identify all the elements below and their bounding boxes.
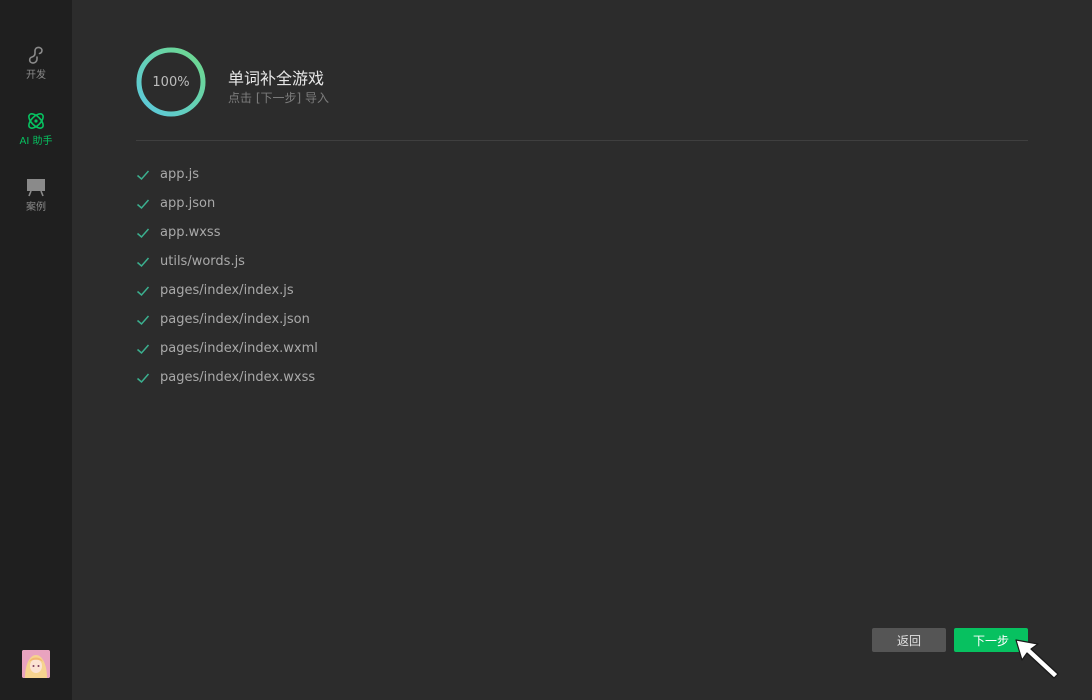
check-icon: [137, 344, 150, 354]
mouse-cursor-icon: [1015, 639, 1059, 679]
file-name: pages/index/index.wxss: [160, 370, 316, 385]
main-panel: 100% 单词补全游戏 点击 [下一步] 导入 app.js app.json …: [72, 0, 1092, 700]
file-name: app.wxss: [160, 225, 221, 240]
sidebar: 开发 AI 助手 案例: [0, 0, 72, 700]
file-name: utils/words.js: [160, 254, 245, 269]
mini-program-icon: [28, 46, 43, 64]
file-name: app.js: [160, 167, 199, 182]
list-item: pages/index/index.wxml: [136, 334, 318, 363]
check-icon: [137, 170, 150, 180]
check-icon: [137, 373, 150, 383]
list-item: app.json: [136, 189, 318, 218]
check-icon: [137, 228, 150, 238]
divider: [136, 140, 1028, 141]
file-name: pages/index/index.wxml: [160, 341, 318, 356]
sidebar-item-label: AI 助手: [19, 136, 53, 147]
sidebar-item-label: 案例: [26, 202, 46, 213]
check-icon: [137, 315, 150, 325]
list-item: pages/index/index.wxss: [136, 363, 318, 392]
sidebar-item-ai-assistant[interactable]: AI 助手: [0, 110, 72, 162]
back-button[interactable]: 返回: [872, 628, 946, 652]
ai-assistant-icon: [28, 113, 44, 129]
check-icon: [137, 286, 150, 296]
list-item: pages/index/index.json: [136, 305, 318, 334]
check-icon: [137, 199, 150, 209]
avatar[interactable]: [22, 650, 50, 678]
file-list: app.js app.json app.wxss utils/words.js …: [136, 160, 318, 392]
file-name: app.json: [160, 196, 216, 211]
page-subtitle: 点击 [下一步] 导入: [228, 91, 329, 105]
list-item: pages/index/index.js: [136, 276, 318, 305]
file-name: pages/index/index.js: [160, 283, 294, 298]
sidebar-item-develop[interactable]: 开发: [0, 44, 72, 96]
page-title: 单词补全游戏: [228, 69, 325, 88]
file-name: pages/index/index.json: [160, 312, 310, 327]
sidebar-item-showcase[interactable]: 案例: [0, 176, 72, 228]
showcase-icon: [27, 179, 45, 197]
check-icon: [137, 257, 150, 267]
avatar-image: [22, 650, 50, 678]
sidebar-item-label: 开发: [26, 70, 46, 81]
list-item: app.js: [136, 160, 318, 189]
list-item: app.wxss: [136, 218, 318, 247]
list-item: utils/words.js: [136, 247, 318, 276]
progress-percent: 100%: [152, 74, 190, 90]
